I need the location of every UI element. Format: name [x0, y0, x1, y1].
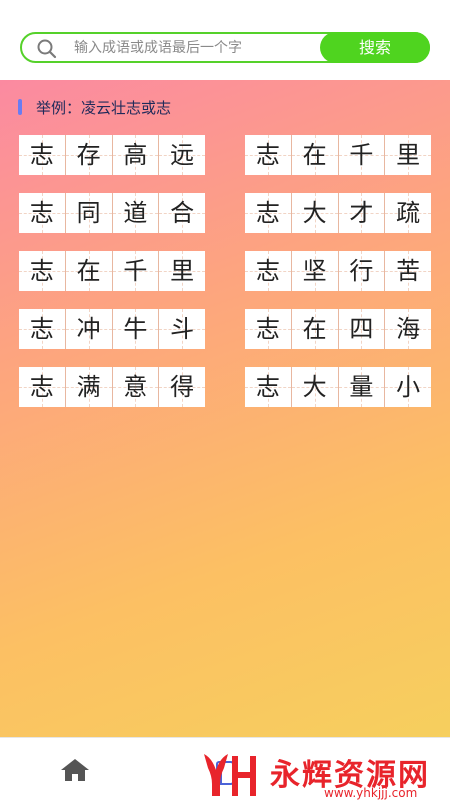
idiom-char: 千	[338, 135, 386, 175]
idiom-char: 志	[245, 193, 292, 233]
search-input[interactable]	[74, 37, 320, 59]
idiom-char: 坚	[291, 251, 339, 291]
idiom-card[interactable]: 志 在 四 海	[245, 309, 431, 349]
idiom-char: 量	[338, 367, 386, 407]
watermark: 永辉资源网 www.yhkjjj.com	[198, 748, 450, 800]
idiom-char: 在	[291, 309, 339, 349]
idiom-card[interactable]: 志 大 才 疏	[245, 193, 431, 233]
search-button[interactable]: 搜索	[320, 32, 430, 63]
idiom-char: 里	[159, 251, 205, 291]
home-icon[interactable]	[58, 756, 92, 784]
idiom-char: 意	[112, 367, 160, 407]
idiom-card[interactable]: 志 同 道 合	[19, 193, 205, 233]
watermark-url: www.yhkjjj.com	[324, 786, 418, 800]
idiom-char: 志	[245, 135, 292, 175]
idiom-char: 在	[65, 251, 113, 291]
idiom-char: 斗	[159, 309, 205, 349]
idiom-char: 牛	[112, 309, 160, 349]
search-bar[interactable]: 搜索	[20, 32, 430, 63]
top-bar: 搜索	[0, 0, 450, 80]
idiom-char: 大	[291, 367, 339, 407]
idiom-char: 志	[19, 367, 66, 407]
example-marker	[18, 98, 22, 115]
idiom-card[interactable]: 志 在 千 里	[19, 251, 205, 291]
idiom-char: 志	[245, 251, 292, 291]
idiom-char: 志	[245, 309, 292, 349]
idiom-card[interactable]: 志 满 意 得	[19, 367, 205, 407]
idiom-card[interactable]: 志 坚 行 苦	[245, 251, 431, 291]
idiom-char: 里	[385, 135, 431, 175]
idiom-char: 得	[159, 367, 205, 407]
idiom-char: 存	[65, 135, 113, 175]
watermark-logo	[204, 754, 256, 796]
idiom-char: 冲	[65, 309, 113, 349]
idiom-char: 满	[65, 367, 113, 407]
idiom-char: 千	[112, 251, 160, 291]
idiom-char: 四	[338, 309, 386, 349]
idiom-char: 行	[338, 251, 386, 291]
idiom-char: 志	[245, 367, 292, 407]
example-hint: 举例：凌云壮志或志	[18, 98, 171, 118]
example-text: 举例：凌云壮志或志	[36, 99, 172, 117]
idiom-card[interactable]: 志 存 高 远	[19, 135, 205, 175]
idiom-card[interactable]: 志 大 量 小	[245, 367, 431, 407]
idiom-char: 志	[19, 193, 66, 233]
idiom-char: 合	[159, 193, 205, 233]
idiom-char: 小	[385, 367, 431, 407]
idiom-char: 志	[19, 309, 66, 349]
idiom-char: 才	[338, 193, 386, 233]
idiom-char: 远	[159, 135, 205, 175]
idiom-char: 同	[65, 193, 113, 233]
idiom-card[interactable]: 志 冲 牛 斗	[19, 309, 205, 349]
idiom-char: 高	[112, 135, 160, 175]
idiom-char: 道	[112, 193, 160, 233]
idiom-content: 举例：凌云壮志或志 志 存 高 远 志 在 千 里 志 同 道 合 志 大 才 …	[0, 80, 450, 737]
idiom-char: 海	[385, 309, 431, 349]
idiom-char: 在	[291, 135, 339, 175]
idiom-card[interactable]: 志 在 千 里	[245, 135, 431, 175]
idiom-char: 苦	[385, 251, 431, 291]
idiom-char: 大	[291, 193, 339, 233]
idiom-char: 志	[19, 251, 66, 291]
search-icon	[37, 39, 57, 59]
idiom-char: 志	[19, 135, 66, 175]
idiom-char: 疏	[385, 193, 431, 233]
